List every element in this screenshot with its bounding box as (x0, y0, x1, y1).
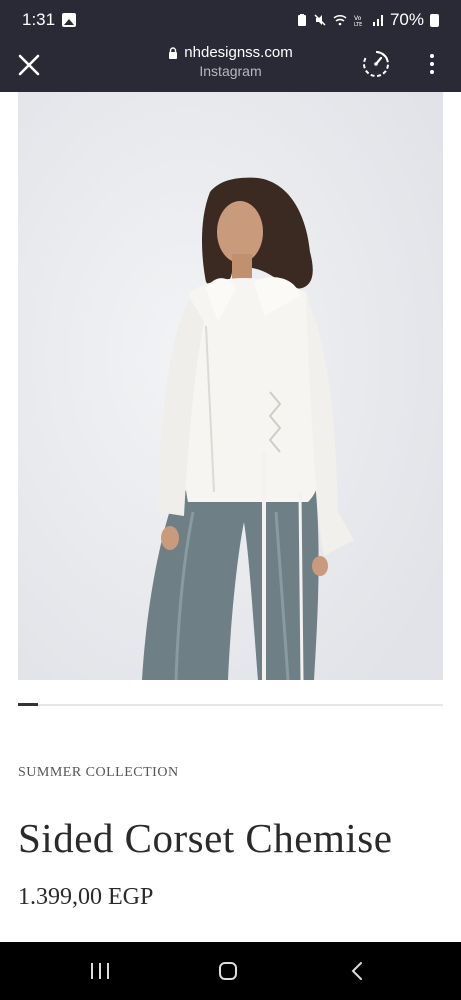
more-vert-icon[interactable] (421, 52, 443, 76)
collection-label[interactable]: SUMMER COLLECTION (18, 765, 179, 781)
svg-text:Vo: Vo (354, 15, 362, 22)
system-nav-bar (0, 942, 461, 1000)
battery-percent: 70% (389, 10, 424, 29)
close-icon[interactable] (14, 50, 44, 80)
home-icon[interactable] (218, 961, 238, 981)
carousel-active-indicator (18, 703, 38, 706)
url-area[interactable]: nhdesignss.com Instagram (100, 44, 361, 79)
status-bar: 1:31 Vo LTE 70% (0, 0, 461, 42)
model-photo (18, 92, 443, 680)
recents-icon[interactable] (88, 962, 112, 980)
product-title: Sided Corset Chemise (18, 815, 393, 861)
back-icon[interactable] (348, 961, 366, 981)
speed-icon[interactable] (361, 49, 391, 79)
carousel-indicator[interactable] (18, 703, 443, 706)
source-text: Instagram (199, 63, 262, 79)
url-text: nhdesignss.com (184, 44, 293, 61)
gallery-icon (62, 13, 76, 27)
mute-icon (314, 14, 326, 26)
status-icons: Vo LTE 70% (296, 10, 439, 30)
volte-icon: VoLTE (354, 15, 362, 26)
browser-bar: nhdesignss.com Instagram (0, 42, 461, 92)
product-price: 1.399,00 EGP (18, 884, 154, 910)
product-image[interactable] (18, 92, 443, 680)
signal-icon (372, 15, 383, 26)
status-time: 1:31 (22, 10, 56, 29)
lock-icon (169, 46, 178, 59)
battery-saver-icon (297, 14, 306, 26)
battery-icon (430, 13, 439, 27)
wifi-icon (333, 14, 347, 26)
svg-text:LTE: LTE (354, 22, 362, 26)
